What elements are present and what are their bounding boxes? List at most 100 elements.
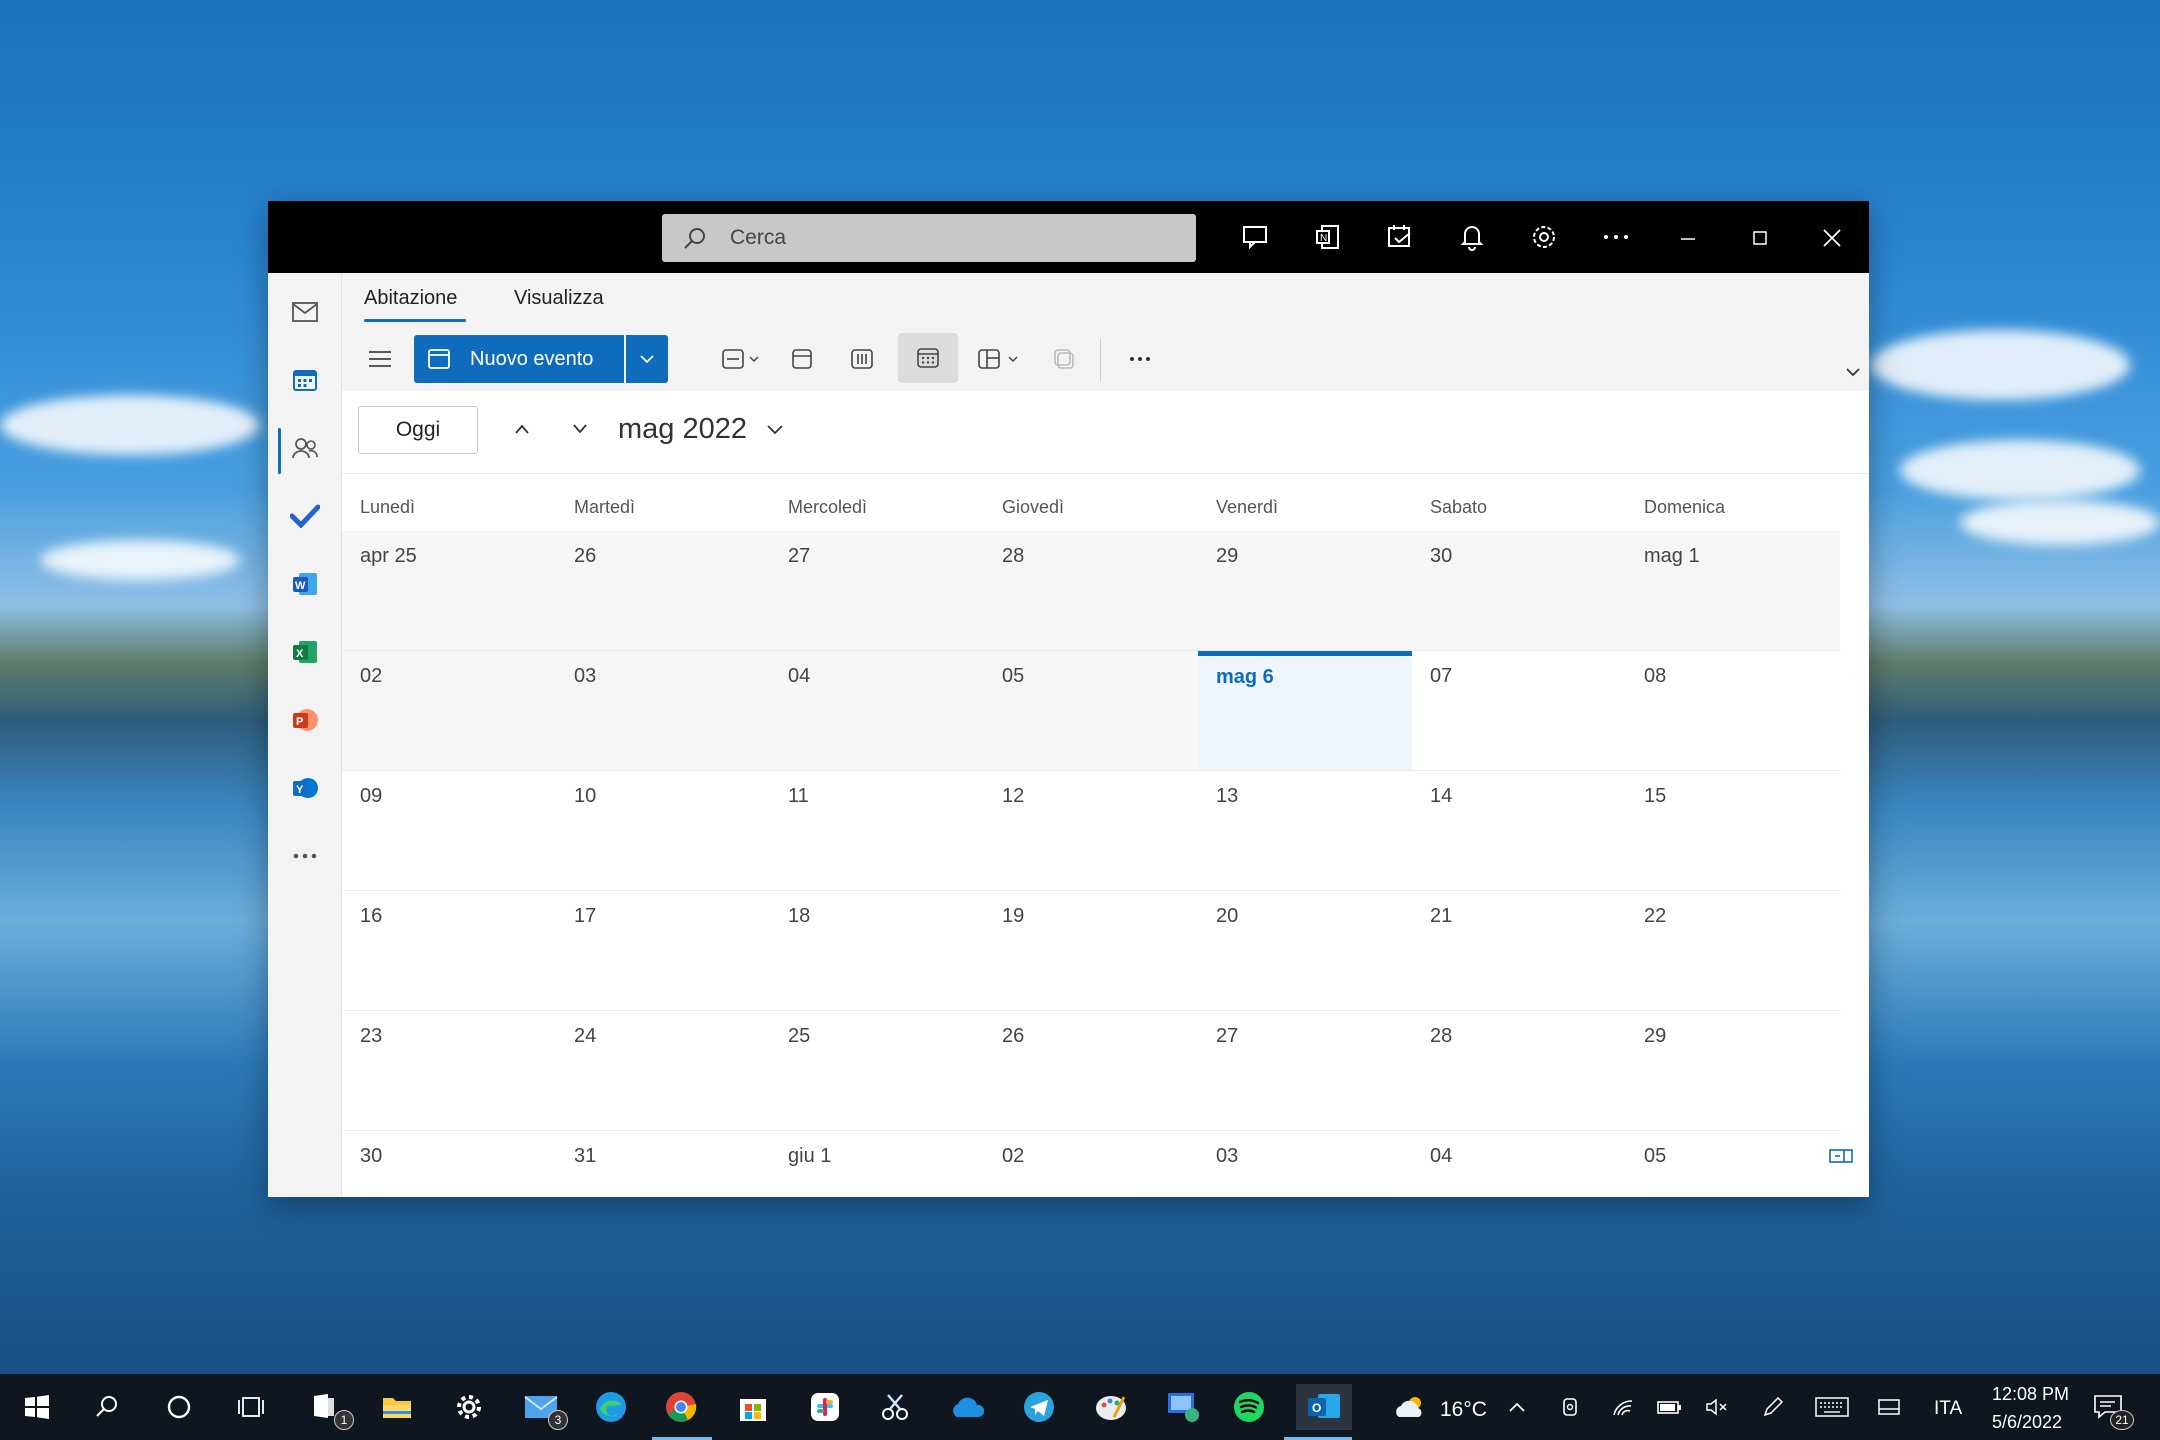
- ribbon-more-icon[interactable]: [1118, 337, 1162, 381]
- day-cell[interactable]: 24: [556, 1011, 770, 1130]
- day-cell[interactable]: 21: [1412, 891, 1626, 1010]
- powerpoint-icon[interactable]: P: [280, 695, 330, 745]
- clock-date[interactable]: 5/6/2022: [1992, 1412, 2062, 1433]
- day-cell[interactable]: 14: [1412, 771, 1626, 890]
- search-box[interactable]: Cerca: [662, 214, 1196, 262]
- day-cell[interactable]: 22: [1626, 891, 1840, 1010]
- day-cell[interactable]: 16: [342, 891, 556, 1010]
- slack-icon[interactable]: [802, 1384, 848, 1430]
- day-cell[interactable]: 03: [556, 651, 770, 770]
- outlook-preview-icon[interactable]: O: [1296, 1384, 1352, 1430]
- more-options-icon[interactable]: [1596, 217, 1636, 257]
- excel-icon[interactable]: X: [280, 627, 330, 677]
- tab-view[interactable]: Visualizza: [514, 287, 604, 310]
- minimize-icon[interactable]: [1668, 217, 1708, 257]
- day-cell[interactable]: 05: [984, 651, 1198, 770]
- weather-icon[interactable]: [1388, 1384, 1434, 1430]
- cortana-icon[interactable]: [156, 1384, 202, 1430]
- copy-event-button[interactable]: [1042, 337, 1086, 381]
- meet-now-icon[interactable]: [1236, 217, 1276, 257]
- my-day-icon[interactable]: [1380, 217, 1420, 257]
- calendar-icon[interactable]: [280, 355, 330, 405]
- close-icon[interactable]: [1812, 217, 1852, 257]
- day-cell[interactable]: 26: [984, 1011, 1198, 1130]
- day-cell[interactable]: 11: [770, 771, 984, 890]
- day-cell[interactable]: 30: [1412, 531, 1626, 650]
- hamburger-menu-icon[interactable]: [360, 339, 400, 379]
- bell-icon[interactable]: [1452, 217, 1492, 257]
- pen-icon[interactable]: [1756, 1384, 1790, 1430]
- split-view-button[interactable]: [970, 337, 1030, 381]
- previous-month-icon[interactable]: [504, 411, 540, 447]
- search-icon[interactable]: [84, 1384, 130, 1430]
- day-cell[interactable]: 10: [556, 771, 770, 890]
- today-cell[interactable]: mag 6: [1198, 651, 1412, 770]
- word-icon[interactable]: W: [280, 559, 330, 609]
- month-picker[interactable]: mag 2022: [618, 413, 785, 446]
- next-month-icon[interactable]: [562, 411, 598, 447]
- spotify-icon[interactable]: [1226, 1384, 1272, 1430]
- edge-icon[interactable]: [588, 1384, 634, 1430]
- day-cell[interactable]: giu 1: [770, 1131, 984, 1185]
- week-view-button[interactable]: [840, 337, 884, 381]
- day-cell[interactable]: mag 1: [1626, 531, 1840, 650]
- day-cell[interactable]: 02: [984, 1131, 1198, 1185]
- day-cell[interactable]: 29: [1198, 531, 1412, 650]
- day-cell[interactable]: 28: [1412, 1011, 1626, 1130]
- more-apps-icon[interactable]: [280, 831, 330, 881]
- battery-icon[interactable]: [1652, 1384, 1686, 1430]
- day-cell[interactable]: 08: [1626, 651, 1840, 770]
- volume-muted-icon[interactable]: [1700, 1384, 1734, 1430]
- day-cell[interactable]: 31: [556, 1131, 770, 1185]
- onedrive-icon[interactable]: [944, 1384, 990, 1430]
- day-cell[interactable]: 23: [342, 1011, 556, 1130]
- day-cell[interactable]: 25: [770, 1011, 984, 1130]
- remote-desktop-icon[interactable]: [1160, 1384, 1206, 1430]
- day-cell[interactable]: 03: [1198, 1131, 1412, 1185]
- day-cell[interactable]: 27: [770, 531, 984, 650]
- show-hidden-icons-icon[interactable]: [1502, 1384, 1532, 1430]
- telegram-icon[interactable]: [1016, 1384, 1062, 1430]
- work-week-view-button[interactable]: [780, 337, 824, 381]
- tablet-mode-icon[interactable]: [1872, 1384, 1906, 1430]
- meet-now-tray-icon[interactable]: [1554, 1384, 1588, 1430]
- day-cell[interactable]: 17: [556, 891, 770, 1010]
- day-view-button[interactable]: [714, 337, 768, 381]
- new-event-dropdown[interactable]: [626, 335, 668, 383]
- day-cell[interactable]: 19: [984, 891, 1198, 1010]
- day-cell[interactable]: 27: [1198, 1011, 1412, 1130]
- todo-icon[interactable]: [280, 491, 330, 541]
- day-cell[interactable]: apr 25: [342, 531, 556, 650]
- store-icon[interactable]: [730, 1384, 776, 1430]
- start-icon[interactable]: [14, 1384, 60, 1430]
- paint-icon[interactable]: [1088, 1384, 1134, 1430]
- file-explorer-icon[interactable]: [374, 1384, 420, 1430]
- day-cell[interactable]: 09: [342, 771, 556, 890]
- onenote-feed-icon[interactable]: N: [1308, 217, 1348, 257]
- day-cell[interactable]: 29: [1626, 1011, 1840, 1130]
- yammer-icon[interactable]: Y: [280, 763, 330, 813]
- new-event-button[interactable]: Nuovo evento: [414, 335, 624, 383]
- people-icon[interactable]: [280, 423, 330, 473]
- task-view-icon[interactable]: [228, 1384, 274, 1430]
- maximize-icon[interactable]: [1740, 217, 1780, 257]
- day-cell[interactable]: 05: [1626, 1131, 1840, 1185]
- day-cell[interactable]: 12: [984, 771, 1198, 890]
- touch-keyboard-icon[interactable]: [1812, 1384, 1852, 1430]
- day-cell[interactable]: 28: [984, 531, 1198, 650]
- day-cell[interactable]: 15: [1626, 771, 1840, 890]
- wifi-icon[interactable]: [1606, 1384, 1640, 1430]
- snipping-tool-icon[interactable]: [872, 1384, 918, 1430]
- open-pane-icon[interactable]: [1826, 1143, 1856, 1169]
- settings-icon[interactable]: [446, 1384, 492, 1430]
- day-cell[interactable]: 13: [1198, 771, 1412, 890]
- chrome-icon[interactable]: [658, 1384, 704, 1430]
- day-cell[interactable]: 04: [1412, 1131, 1626, 1185]
- day-cell[interactable]: 20: [1198, 891, 1412, 1010]
- tab-home[interactable]: Abitazione: [364, 287, 457, 310]
- mail-icon[interactable]: [280, 287, 330, 337]
- month-view-button[interactable]: [898, 333, 958, 383]
- language-indicator[interactable]: ITA: [1934, 1398, 1962, 1420]
- day-cell[interactable]: 02: [342, 651, 556, 770]
- day-cell[interactable]: 18: [770, 891, 984, 1010]
